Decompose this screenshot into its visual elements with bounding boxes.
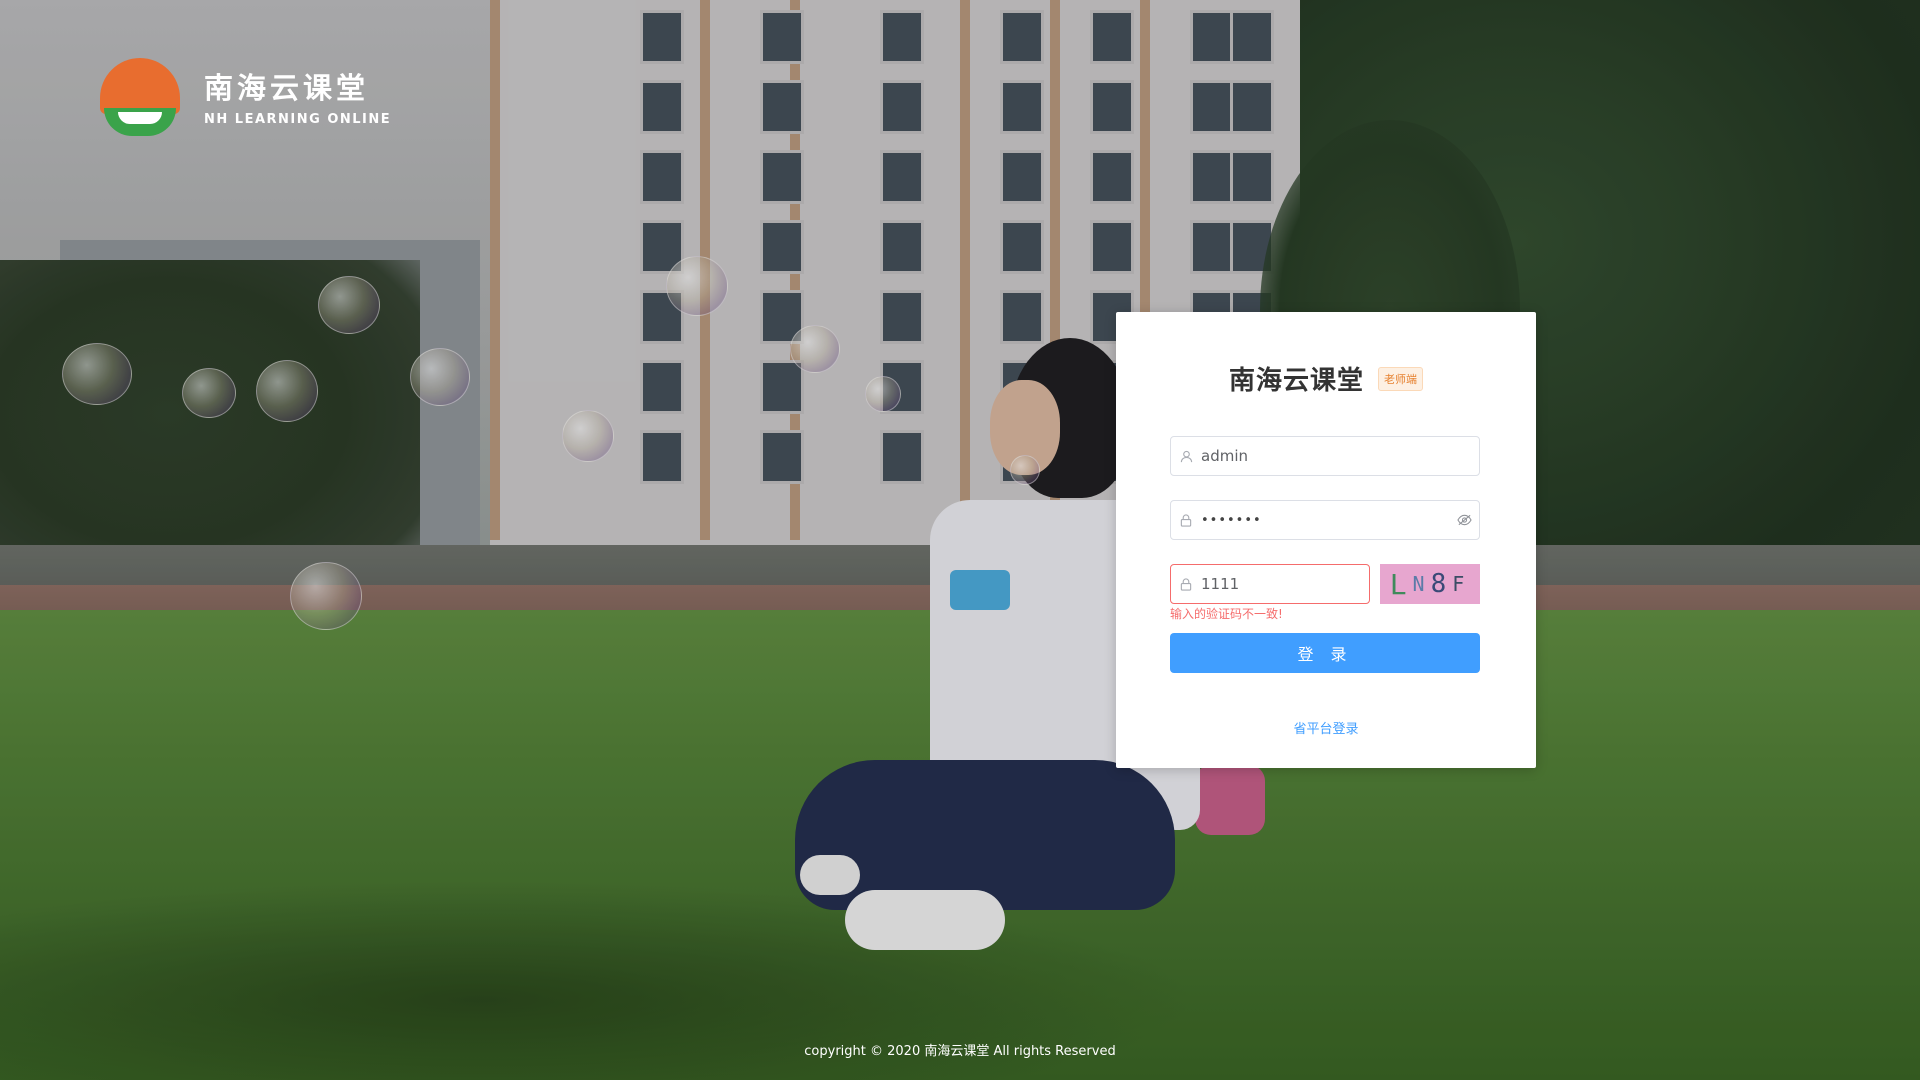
- eye-off-icon[interactable]: [1449, 514, 1479, 526]
- logo-name-cn: 南海云课堂: [204, 70, 370, 105]
- login-button[interactable]: 登 录: [1170, 633, 1480, 673]
- password-field[interactable]: •••••••: [1170, 500, 1480, 540]
- login-title: 南海云课堂 老师端: [1116, 360, 1536, 397]
- logo-name-en: NH LEARNING ONLINE: [204, 111, 392, 127]
- logo-mark-icon: [100, 58, 180, 138]
- captcha-image[interactable]: L N 8 F: [1380, 564, 1480, 604]
- lock-icon: [1171, 577, 1201, 591]
- captcha-char: L: [1389, 567, 1413, 601]
- login-title-text: 南海云课堂: [1228, 366, 1364, 396]
- captcha-field[interactable]: 1111: [1170, 564, 1370, 604]
- password-value[interactable]: •••••••: [1201, 513, 1449, 528]
- captcha-char: F: [1452, 572, 1471, 596]
- username-field[interactable]: admin: [1170, 436, 1480, 476]
- captcha-error-message: 输入的验证码不一致!: [1170, 607, 1283, 621]
- background-dim-overlay: [0, 0, 1920, 1080]
- captcha-char: N: [1412, 572, 1431, 596]
- captcha-char: 8: [1430, 569, 1453, 599]
- login-card: 南海云课堂 老师端 admin ••••••• 1111 L N 8 F 输入的…: [1116, 312, 1536, 768]
- username-value[interactable]: admin: [1201, 447, 1479, 465]
- role-badge: 老师端: [1378, 366, 1423, 391]
- lock-icon: [1171, 513, 1201, 527]
- province-platform-login-link[interactable]: 省平台登录: [1116, 718, 1536, 737]
- captcha-value[interactable]: 1111: [1201, 575, 1369, 593]
- brand-logo: 南海云课堂 NH LEARNING ONLINE: [100, 58, 391, 138]
- copyright-text: copyright © 2020 南海云课堂 All rights Reserv…: [804, 1044, 1116, 1059]
- background-photo: [0, 0, 1920, 1080]
- logo-text: 南海云课堂 NH LEARNING ONLINE: [204, 70, 391, 127]
- user-icon: [1171, 450, 1201, 463]
